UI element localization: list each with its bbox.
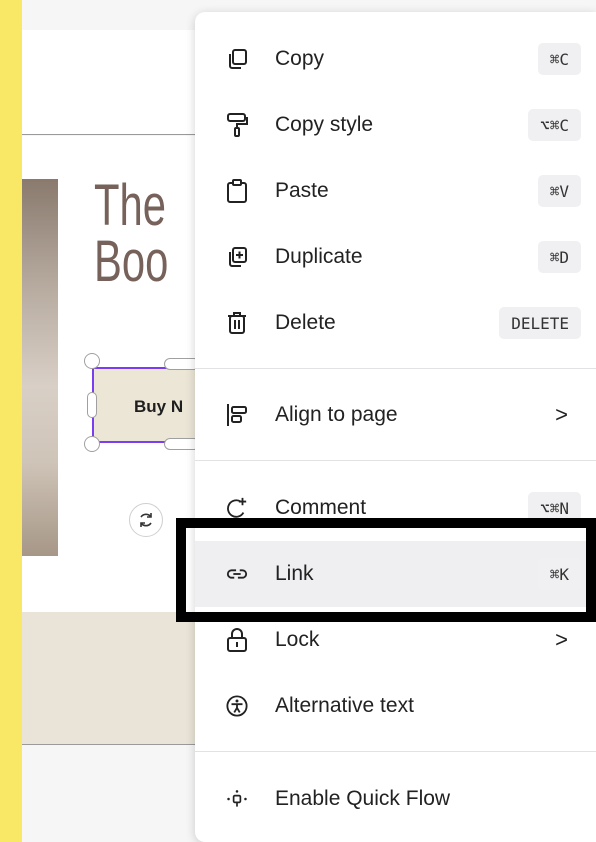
menu-divider — [195, 460, 596, 461]
menu-item-label: Delete — [275, 311, 336, 334]
menu-divider — [195, 368, 596, 369]
menu-item-align-to-page[interactable]: Align to page > — [195, 382, 596, 448]
shortcut-badge: ⌘K — [537, 558, 581, 590]
menu-item-label: Link — [275, 562, 314, 585]
copy-icon — [226, 48, 248, 70]
menu-item-copy-style[interactable]: Copy style ⌥⌘C — [195, 92, 596, 158]
chevron-right-icon: > — [555, 402, 568, 427]
resize-handle-top-left[interactable] — [84, 353, 100, 369]
shortcut-badge: DELETE — [499, 307, 581, 339]
resize-handle-left[interactable] — [87, 392, 97, 418]
heading-line-2: Boo — [94, 229, 169, 294]
menu-item-delete[interactable]: Delete DELETE — [195, 290, 596, 356]
page-heading[interactable]: The Boo — [94, 173, 195, 294]
accessibility-icon — [226, 695, 248, 717]
chevron-right-icon: > — [555, 627, 568, 652]
menu-item-link[interactable]: Link ⌘K — [195, 541, 596, 607]
menu-item-label: Alternative text — [275, 694, 414, 717]
heading-line-1: The — [94, 173, 166, 238]
shortcut-badge: ⌥⌘C — [528, 109, 581, 141]
trash-icon — [226, 312, 248, 334]
duplicate-icon — [226, 246, 248, 268]
comment-add-icon — [226, 497, 248, 519]
shortcut-badge: ⌘V — [537, 175, 581, 207]
context-menu: Copy ⌘C Copy style ⌥⌘C Paste ⌘V Duplicat… — [195, 12, 596, 842]
shortcut-badge: ⌘C — [537, 43, 581, 75]
paint-roller-icon — [226, 113, 248, 137]
menu-item-label: Align to page — [275, 403, 398, 426]
menu-item-label: Duplicate — [275, 245, 363, 268]
link-icon — [226, 563, 248, 585]
menu-item-lock[interactable]: Lock > — [195, 607, 596, 673]
rotate-icon[interactable] — [129, 503, 163, 537]
menu-item-label: Paste — [275, 179, 329, 202]
menu-item-enable-quick-flow[interactable]: Enable Quick Flow — [195, 766, 596, 832]
shortcut-badge: ⌘D — [537, 241, 581, 273]
menu-item-paste[interactable]: Paste ⌘V — [195, 158, 596, 224]
menu-item-label: Enable Quick Flow — [275, 787, 451, 810]
menu-item-comment[interactable]: Comment ⌥⌘N — [195, 475, 596, 541]
menu-divider — [195, 751, 596, 752]
clipboard-icon — [226, 179, 248, 203]
quick-flow-icon — [226, 788, 248, 810]
align-icon — [226, 404, 248, 426]
selected-buy-button-label: Buy N — [134, 397, 184, 416]
menu-item-label: Lock — [275, 628, 320, 651]
page-photo[interactable] — [22, 179, 58, 556]
menu-item-label: Comment — [275, 496, 367, 519]
menu-item-duplicate[interactable]: Duplicate ⌘D — [195, 224, 596, 290]
menu-item-label: Copy — [275, 47, 325, 70]
menu-item-copy[interactable]: Copy ⌘C — [195, 26, 596, 92]
menu-item-alternative-text[interactable]: Alternative text — [195, 673, 596, 739]
menu-item-label: Copy style — [275, 113, 374, 136]
resize-handle-bottom-left[interactable] — [84, 436, 100, 452]
lock-icon — [226, 628, 248, 652]
shortcut-badge: ⌥⌘N — [528, 492, 581, 524]
